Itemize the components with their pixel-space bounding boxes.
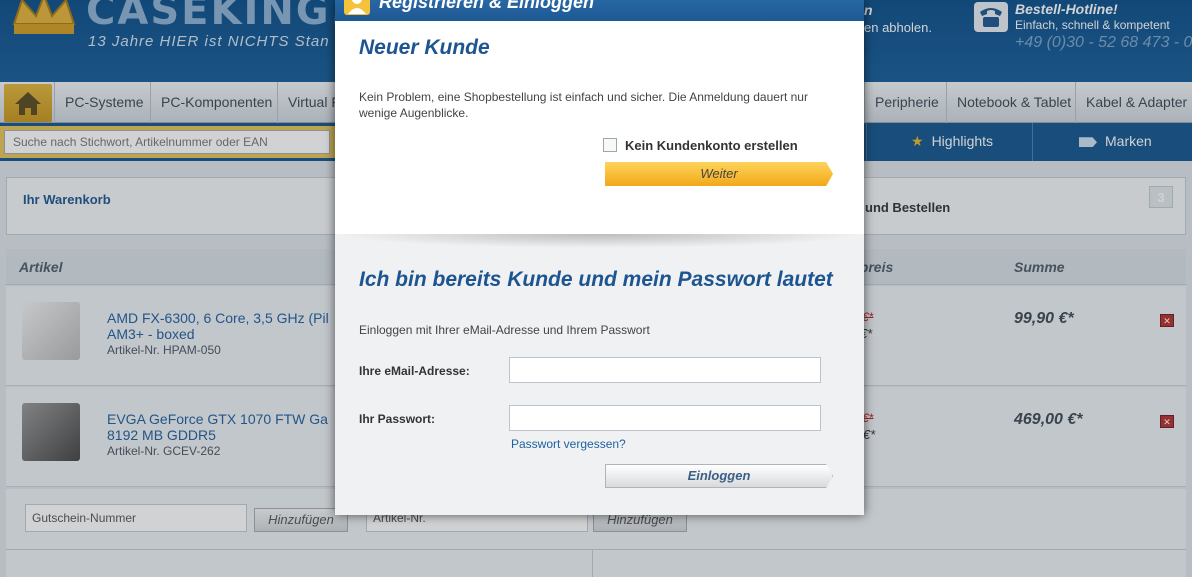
section-separator	[335, 234, 864, 248]
login-modal: Registrieren & Einloggen ✕ Neuer Kunde K…	[335, 0, 864, 515]
email-field[interactable]	[509, 357, 821, 383]
password-field[interactable]	[509, 405, 821, 431]
existing-customer-heading: Ich bin bereits Kunde und mein Passwort …	[359, 268, 833, 291]
existing-customer-text: Einloggen mit Ihrer eMail-Adresse und Ih…	[359, 323, 650, 337]
modal-titlebar: Registrieren & Einloggen ✕	[335, 0, 864, 21]
no-account-label[interactable]: Kein Kundenkonto erstellen	[625, 138, 798, 153]
email-label: Ihre eMail-Adresse:	[359, 364, 470, 378]
login-button[interactable]: Einloggen	[605, 464, 833, 488]
user-icon	[344, 0, 370, 15]
new-customer-text: Kein Problem, eine Shopbestellung ist ei…	[359, 90, 808, 120]
forgot-password-link[interactable]: Passwort vergessen?	[511, 437, 626, 451]
modal-title: Registrieren & Einloggen	[379, 0, 595, 12]
no-account-checkbox[interactable]	[603, 138, 617, 152]
continue-button[interactable]: Weiter	[605, 162, 833, 186]
new-customer-heading: Neuer Kunde	[359, 36, 490, 59]
password-label: Ihr Passwort:	[359, 412, 436, 426]
